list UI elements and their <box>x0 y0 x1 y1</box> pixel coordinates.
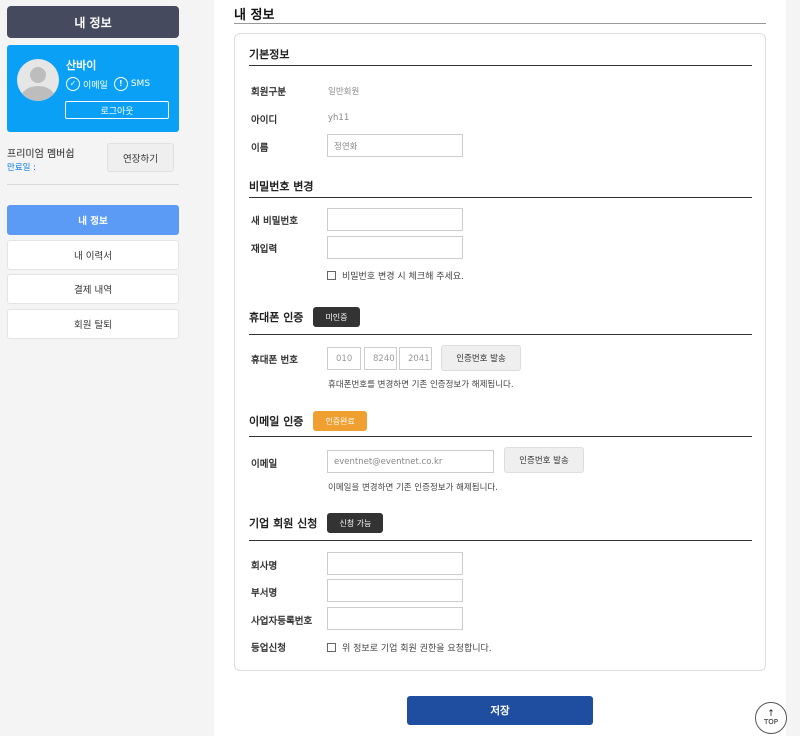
new-password-input[interactable] <box>327 208 463 231</box>
section-title-phone: 휴대폰 인증 미인증 <box>249 307 360 327</box>
logout-button[interactable]: 로그아웃 <box>65 101 169 119</box>
company-name-input[interactable] <box>327 552 463 575</box>
section-divider <box>249 334 752 335</box>
profile-name: 산바이 <box>66 59 97 72</box>
upgrade-apply-check-row: 위 정보로 기업 회원 권한을 요청합니다. <box>327 641 492 654</box>
sidebar: 내 정보 산바이 ✓ 이메일 ! SMS 로그아웃 프리미엄 멤버쉽 만료일 :… <box>0 0 188 736</box>
section-title-email: 이메일 인증 인증완료 <box>249 411 367 431</box>
email-verified-badge: ✓ 이메일 <box>66 77 108 91</box>
phone-part2-input[interactable]: 8240 <box>364 347 397 370</box>
email-label: 이메일 <box>251 459 278 470</box>
member-type-label: 회원구분 <box>251 87 286 98</box>
sidebar-header: 내 정보 <box>7 6 179 38</box>
confirm-password-input[interactable] <box>327 236 463 259</box>
business-number-label: 사업자등록번호 <box>251 616 313 627</box>
email-send-code-button[interactable]: 인증번호 발송 <box>504 447 584 473</box>
phone-note: 휴대폰번호를 변경하면 기존 인증정보가 해제됩니다. <box>328 380 514 390</box>
section-title-company: 기업 회원 신청 신청 가능 <box>249 513 384 533</box>
user-id-label: 아이디 <box>251 115 278 126</box>
business-number-input[interactable] <box>327 607 463 630</box>
page-title-divider <box>234 23 766 24</box>
email-input[interactable]: eventnet@eventnet.co.kr <box>327 450 494 473</box>
verification-badges: ✓ 이메일 ! SMS <box>66 77 150 91</box>
password-change-checkbox[interactable] <box>327 271 336 280</box>
name-label: 이름 <box>251 143 269 154</box>
sidebar-item-withdraw[interactable]: 회원 탈퇴 <box>7 309 179 339</box>
main-content: 내 정보 기본정보 회원구분 일반회원 아이디 yh11 이름 정연화 비밀번호… <box>214 0 786 736</box>
email-note: 이메일을 변경하면 기존 인증정보가 해제됩니다. <box>328 483 498 493</box>
member-type-value: 일반회원 <box>328 87 360 97</box>
sidebar-item-my-info[interactable]: 내 정보 <box>7 205 179 235</box>
confirm-password-label: 재입력 <box>251 244 278 255</box>
email-status-badge: 인증완료 <box>313 411 367 431</box>
section-divider <box>249 197 752 198</box>
name-input[interactable]: 정연화 <box>327 134 463 157</box>
premium-membership-label: 프리미엄 멤버쉽 <box>7 149 75 160</box>
section-divider <box>249 540 752 541</box>
phone-send-code-button[interactable]: 인증번호 발송 <box>441 345 521 371</box>
company-status-badge: 신청 가능 <box>327 513 384 533</box>
page-title: 내 정보 <box>234 8 275 23</box>
section-divider <box>249 65 752 66</box>
upgrade-apply-check-label: 위 정보로 기업 회원 권한을 요청합니다. <box>342 644 492 654</box>
avatar <box>17 59 59 101</box>
sidebar-divider <box>7 184 179 185</box>
phone-status-badge: 미인증 <box>313 307 360 327</box>
profile-card: 산바이 ✓ 이메일 ! SMS 로그아웃 <box>7 45 179 132</box>
info-form: 기본정보 회원구분 일반회원 아이디 yh11 이름 정연화 비밀번호 변경 새… <box>234 33 766 671</box>
sms-unverified-badge: ! SMS <box>113 77 150 91</box>
new-password-label: 새 비밀번호 <box>251 216 299 227</box>
password-change-check-row: 비밀번호 변경 시 체크해 주세요. <box>327 269 464 282</box>
phone-part3-input[interactable]: 2041 <box>399 347 432 370</box>
department-input[interactable] <box>327 579 463 602</box>
upgrade-apply-label: 등업신청 <box>251 643 286 654</box>
phone-label: 휴대폰 번호 <box>251 355 299 366</box>
upgrade-apply-checkbox[interactable] <box>327 643 336 652</box>
extend-membership-button[interactable]: 연장하기 <box>107 143 174 172</box>
save-button[interactable]: 저장 <box>407 696 593 725</box>
section-title-basic: 기본정보 <box>249 48 290 61</box>
sidebar-item-payment-history[interactable]: 결제 내역 <box>7 274 179 304</box>
expiry-label: 만료일 : <box>7 163 37 173</box>
department-label: 부서명 <box>251 588 278 599</box>
check-circle-icon: ✓ <box>66 77 80 91</box>
exclamation-circle-icon: ! <box>113 77 128 91</box>
phone-part1-input[interactable]: 010 <box>327 347 361 370</box>
scroll-to-top-button[interactable]: ↑ TOP <box>755 702 787 734</box>
company-name-label: 회사명 <box>251 561 278 572</box>
section-title-password: 비밀번호 변경 <box>249 180 314 193</box>
section-divider <box>249 436 752 437</box>
sidebar-item-my-resume[interactable]: 내 이력서 <box>7 240 179 270</box>
password-change-check-label: 비밀번호 변경 시 체크해 주세요. <box>342 272 464 282</box>
user-id-value: yh11 <box>328 113 350 123</box>
